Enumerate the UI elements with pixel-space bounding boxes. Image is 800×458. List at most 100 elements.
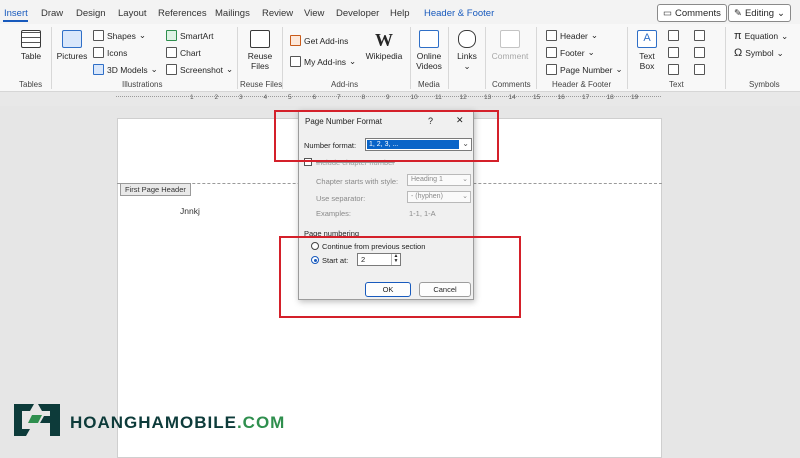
tab-references[interactable]: References (158, 8, 207, 19)
quick-parts-icon[interactable] (668, 30, 679, 41)
group-divider (410, 27, 411, 89)
ribbon-tab-bar: Insert Draw Design Layout References Mai… (0, 0, 800, 24)
group-divider (725, 27, 726, 89)
tab-review[interactable]: Review (262, 8, 293, 19)
chart-label: Chart (180, 47, 201, 58)
tab-insert[interactable]: Insert (4, 8, 28, 19)
omega-icon: Ω (734, 47, 743, 59)
new-comment-button[interactable]: Comment (490, 30, 530, 61)
ruler-number: 19 (631, 94, 639, 101)
pictures-button[interactable]: Pictures (56, 30, 88, 61)
online-videos-label: Online Videos (416, 51, 442, 71)
screenshot-icon (166, 64, 177, 75)
group-divider (282, 27, 283, 89)
tab-design[interactable]: Design (76, 8, 106, 19)
date-time-icon[interactable] (694, 47, 705, 58)
separator-select[interactable]: - (hyphen) ⌄ (407, 191, 471, 203)
tab-developer[interactable]: Developer (336, 8, 379, 19)
wordart-icon[interactable] (668, 47, 679, 58)
chapter-style-select[interactable]: Heading 1 ⌄ (407, 174, 471, 186)
chapter-style-value: Heading 1 (411, 176, 443, 183)
ruler-number: 7 (337, 94, 341, 101)
horizontal-ruler[interactable]: 1 2 3 4 5 6 7 8 9 10 11 12 13 14 15 16 17 18 19 (0, 92, 800, 106)
my-add-ins-button[interactable]: My Add-ins ⌄ (290, 56, 356, 67)
group-label-comments: Comments (492, 80, 531, 89)
chevron-down-icon: ⌄ (150, 64, 158, 74)
chevron-down-icon: ⌄ (226, 64, 234, 74)
chevron-down-icon: ⌄ (587, 47, 595, 57)
cube-icon (93, 64, 104, 75)
header-icon (546, 30, 557, 41)
icons-button[interactable]: Icons (93, 47, 127, 58)
3d-models-button[interactable]: 3D Models ⌄ (93, 64, 158, 75)
highlight-box-number-format (274, 110, 499, 162)
smartart-button[interactable]: SmartArt (166, 30, 214, 41)
drop-cap-icon[interactable] (668, 64, 679, 75)
chart-button[interactable]: Chart (166, 47, 201, 58)
ruler-number: 15 (533, 94, 541, 101)
tab-layout[interactable]: Layout (118, 8, 147, 19)
links-button[interactable]: Links ⌄ (453, 30, 481, 71)
chevron-down-icon: ⌄ (462, 176, 468, 183)
object-icon[interactable] (694, 64, 705, 75)
brand-wordmark: HOANGHAMOBILE.COM (70, 413, 285, 433)
picture-icon (62, 30, 82, 48)
signature-line-icon[interactable] (694, 30, 705, 41)
tab-header-footer[interactable]: Header & Footer (424, 8, 494, 19)
group-label-reuse-files: Reuse Files (240, 80, 283, 89)
pencil-icon: ✎ (734, 7, 742, 19)
tab-view[interactable]: View (304, 8, 324, 19)
symbol-button[interactable]: Ω Symbol ⌄ (734, 47, 784, 59)
tab-draw[interactable]: Draw (41, 8, 63, 19)
page-number-icon (546, 64, 557, 75)
chevron-down-icon: ⌄ (777, 7, 785, 19)
footer-label: Footer (560, 47, 585, 58)
text-box-label: Text Box (639, 51, 655, 71)
group-divider (536, 27, 537, 89)
brand-domain: .COM (236, 413, 286, 432)
add-ins-store-icon (290, 35, 301, 46)
text-box-button[interactable]: A Text Box (634, 30, 660, 71)
first-page-header-tag: First Page Header (120, 183, 191, 196)
header-text[interactable]: Jnnkj (180, 206, 200, 216)
equation-button[interactable]: π Equation ⌄ (734, 30, 788, 42)
table-button[interactable]: Table (16, 30, 46, 61)
symbol-label: Symbol (745, 48, 774, 58)
group-divider (627, 27, 628, 89)
comment-icon: ▭ (663, 7, 672, 19)
comments-button[interactable]: ▭ Comments (657, 4, 727, 22)
footer-icon (546, 47, 557, 58)
wikipedia-button[interactable]: W Wikipedia (364, 30, 404, 61)
shapes-label: Shapes (107, 30, 136, 41)
chevron-down-icon: ⌄ (590, 30, 599, 40)
links-label: Links (457, 51, 477, 61)
page-number-button[interactable]: Page Number ⌄ (546, 64, 623, 75)
ruler-number: 3 (239, 94, 243, 101)
ruler-number: 8 (361, 94, 366, 101)
link-icon (458, 30, 476, 48)
text-box-icon: A (637, 30, 657, 48)
chevron-down-icon: ⌄ (462, 193, 468, 200)
ruler-number: 12 (459, 94, 467, 101)
brand-name: HOANGHAMOBILE (70, 413, 237, 432)
smartart-label: SmartArt (180, 30, 214, 41)
get-add-ins-label: Get Add-ins (304, 35, 349, 46)
chapter-style-label: Chapter starts with style: (316, 177, 399, 186)
shapes-icon (93, 30, 104, 41)
icons-label: Icons (107, 47, 128, 58)
reuse-files-button[interactable]: Reuse Files (244, 30, 276, 71)
online-videos-button[interactable]: Online Videos (414, 30, 444, 71)
header-button[interactable]: Header ⌄ (546, 30, 598, 41)
editing-mode-button[interactable]: ✎ Editing ⌄ (728, 4, 791, 22)
separator-label: Use separator: (316, 194, 366, 203)
chevron-down-icon: ⌄ (463, 61, 471, 71)
footer-button[interactable]: Footer ⌄ (546, 47, 595, 58)
tab-help[interactable]: Help (390, 8, 410, 19)
get-add-ins-button[interactable]: Get Add-ins (290, 35, 348, 46)
table-label: Table (20, 51, 42, 61)
screenshot-button[interactable]: Screenshot ⌄ (166, 64, 233, 75)
page-number-label: Page Number (560, 64, 613, 75)
shapes-button[interactable]: Shapes ⌄ (93, 30, 146, 41)
tab-mailings[interactable]: Mailings (215, 8, 250, 19)
group-label-text: Text (669, 80, 684, 89)
